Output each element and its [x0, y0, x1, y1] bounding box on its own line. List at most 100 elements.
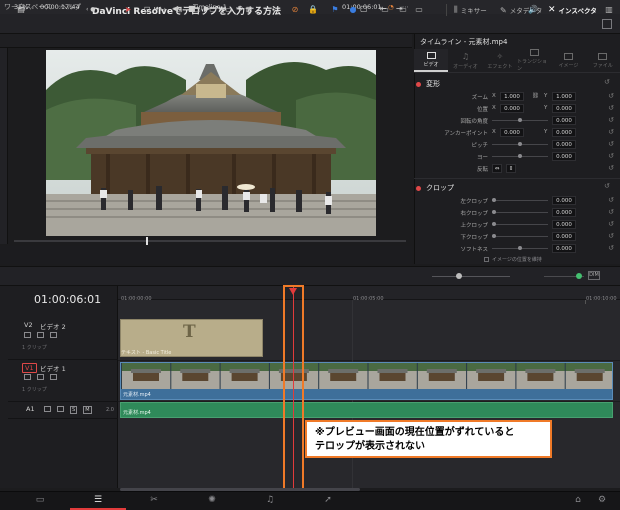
pitch-field[interactable]: 0.000 [552, 140, 576, 149]
inspector-button[interactable]: ✕ インスペクタ [548, 3, 597, 17]
monitor-icon[interactable] [50, 332, 57, 338]
crop-top-knob[interactable] [492, 222, 496, 226]
transform-section-header[interactable]: 変形 [416, 78, 440, 90]
retain-position-row[interactable]: イメージの位置を維持 [484, 256, 542, 263]
crop-right-knob[interactable] [492, 210, 496, 214]
transform-reset-icon[interactable]: ↺ [604, 78, 610, 86]
edit-page-icon[interactable]: ☰ [92, 494, 104, 506]
tab-video[interactable]: ビデオ [414, 49, 449, 72]
rotation-field[interactable]: 0.000 [552, 116, 576, 125]
pitch-reset-icon[interactable]: ↺ [608, 140, 614, 148]
crop-top-field[interactable]: 0.000 [552, 220, 576, 229]
flip-horizontal-icon[interactable]: ⇔ [492, 164, 502, 173]
zoom-detail-icon[interactable]: ▭ [398, 5, 408, 15]
audio-meter-icon[interactable]: ▥ [604, 5, 614, 15]
jog-control-icon[interactable]: ‹ ● › [86, 6, 100, 13]
pitch-knob[interactable] [518, 142, 522, 146]
selection-tool-icon[interactable]: ➤ [123, 5, 133, 15]
crop-enable-icon[interactable] [416, 185, 421, 191]
yaw-reset-icon[interactable]: ↺ [608, 152, 614, 160]
position-lock-icon[interactable]: 🔒 [308, 5, 318, 15]
crop-reset-icon[interactable]: ↺ [604, 182, 610, 190]
retain-position-checkbox[interactable] [484, 257, 489, 262]
trim-tool-icon[interactable]: ⊡ [142, 5, 152, 15]
crop-bottom-slider[interactable] [492, 236, 548, 237]
replace-clip-icon[interactable]: ▭ [224, 5, 234, 15]
crop-right-reset-icon[interactable]: ↺ [608, 208, 614, 216]
cut-page-icon[interactable]: ✂ [148, 494, 160, 506]
lift-icon[interactable]: ⊞ [244, 5, 254, 15]
timeline-zoom-knob[interactable] [456, 273, 462, 279]
position-reset-icon[interactable]: ↺ [608, 104, 614, 112]
overwrite-clip-icon[interactable]: ▭ [208, 5, 218, 15]
track-header-v2[interactable]: V2 ビデオ 2 1 クリップ [8, 318, 118, 360]
video-clip[interactable] [120, 362, 613, 400]
tab-image[interactable]: イメージ [551, 49, 585, 72]
lock-icon[interactable] [44, 406, 51, 412]
track-header-a1[interactable]: A1 S M 2.0 [8, 402, 118, 419]
crop-bottom-field[interactable]: 0.000 [552, 232, 576, 241]
tab-audio[interactable]: ♫ オーディオ [448, 49, 482, 72]
crop-bottom-reset-icon[interactable]: ↺ [608, 232, 614, 240]
crop-bottom-knob[interactable] [492, 234, 496, 238]
yaw-knob[interactable] [518, 154, 522, 158]
crop-left-knob[interactable] [492, 198, 496, 202]
zoom-full-icon[interactable]: ▭ [380, 5, 390, 15]
audio-clip[interactable] [120, 402, 613, 418]
anchor-y-field[interactable]: 0.000 [552, 128, 576, 137]
zoom-custom-icon[interactable]: ▭ [414, 5, 424, 15]
pos-y-field[interactable]: 0.000 [552, 104, 576, 113]
dim-button[interactable]: DIM [588, 271, 600, 280]
rotation-reset-icon[interactable]: ↺ [608, 116, 614, 124]
zoom-dropdown-icon[interactable]: ⌄ [30, 3, 35, 11]
tab-effects[interactable]: ✧ エフェクト [483, 49, 517, 72]
linked-selection-icon[interactable]: ⊘ [290, 5, 300, 15]
volume-icon[interactable]: 🔊 [528, 5, 538, 15]
solo-button[interactable]: S [70, 406, 78, 414]
auto-select-icon[interactable] [37, 374, 44, 380]
home-icon[interactable]: ⌂ [572, 494, 584, 506]
preview-viewer[interactable] [46, 50, 376, 236]
fairlight-page-icon[interactable]: ♫ [264, 494, 276, 506]
anchor-reset-icon[interactable]: ↺ [608, 128, 614, 136]
monitor-icon[interactable] [50, 374, 57, 380]
pos-x-field[interactable]: 0.000 [500, 104, 524, 113]
track-name-v1[interactable]: ビデオ 1 [40, 363, 66, 373]
timeline-view-icon[interactable]: ▤ [16, 5, 26, 15]
zoom-y-field[interactable]: 1.000 [552, 92, 576, 101]
deliver-page-icon[interactable]: ➚ [322, 494, 334, 506]
audio-level-knob[interactable] [576, 273, 582, 279]
anchor-x-field[interactable]: 0.000 [500, 128, 524, 137]
loop-icon[interactable]: ⟲ [236, 4, 243, 13]
zoom-reset-icon[interactable]: ↺ [608, 92, 614, 100]
zoom-x-field[interactable]: 1.000 [500, 92, 524, 101]
rotation-knob[interactable] [518, 118, 522, 122]
auto-select-icon[interactable] [57, 406, 64, 412]
timeline-zoom-slider[interactable] [432, 276, 510, 277]
track-name-v2[interactable]: ビデオ 2 [40, 321, 66, 331]
flip-reset-icon[interactable]: ↺ [608, 164, 614, 172]
marker-icon[interactable]: ● [348, 5, 358, 15]
auto-select-icon[interactable] [37, 332, 44, 338]
crop-left-reset-icon[interactable]: ↺ [608, 196, 614, 204]
expand-icon[interactable] [602, 19, 612, 29]
crop-softness-knob[interactable] [518, 246, 522, 250]
flip-vertical-icon[interactable]: ⇕ [506, 164, 516, 173]
lock-icon[interactable] [24, 332, 31, 338]
crop-top-slider[interactable] [492, 224, 548, 225]
dynamic-trim-icon[interactable]: ⇿ [158, 5, 168, 15]
flag-icon[interactable]: ⚑ [330, 5, 340, 15]
viewer-scrubber[interactable] [14, 240, 406, 242]
settings-icon[interactable]: ⚙ [596, 494, 608, 506]
crop-left-slider[interactable] [492, 200, 548, 201]
mute-button[interactable]: M [83, 406, 92, 414]
tab-transition[interactable]: トランジション [517, 49, 551, 72]
crop-softness-field[interactable]: 0.000 [552, 244, 576, 253]
crop-top-reset-icon[interactable]: ↺ [608, 220, 614, 228]
link-icon[interactable]: ⛓ [532, 93, 539, 99]
media-page-icon[interactable]: ▭ [34, 494, 46, 506]
yaw-field[interactable]: 0.000 [552, 152, 576, 161]
snapping-icon[interactable]: ⊂ [270, 5, 280, 15]
crop-left-field[interactable]: 0.000 [552, 196, 576, 205]
match-frame-icon[interactable]: ▢ [360, 4, 368, 13]
